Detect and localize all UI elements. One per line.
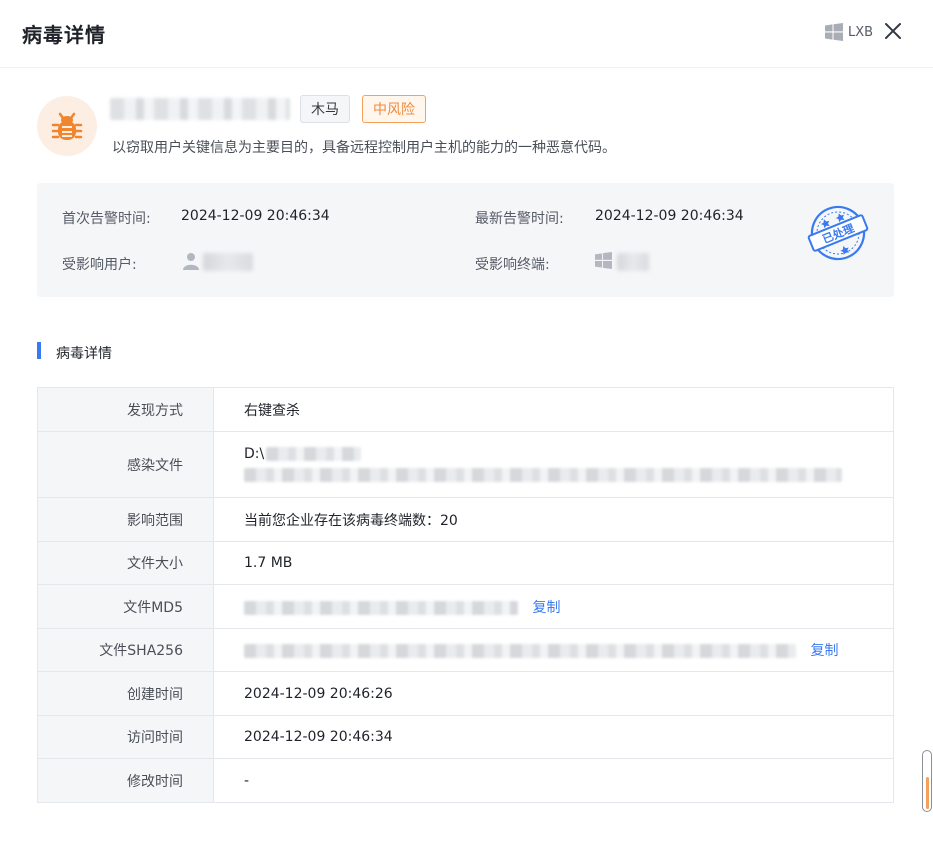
discovery-method-value: 右键查杀 (213, 387, 894, 432)
windows-icon (825, 23, 843, 41)
latest-alert-value: 2024-12-09 20:46:34 (595, 208, 744, 224)
file-md5-value: 复制 (213, 584, 894, 629)
file-size-value: 1.7 MB (213, 541, 894, 585)
infected-file-path-redacted (244, 467, 842, 482)
table-row: 发现方式 右键查杀 (37, 387, 894, 432)
accessed-time-label: 访问时间 (37, 715, 214, 759)
file-size-label: 文件大小 (37, 541, 214, 585)
file-md5-label: 文件MD5 (37, 584, 214, 629)
modified-time-label: 修改时间 (37, 758, 214, 803)
section-title: 病毒详情 (56, 346, 112, 362)
scrollbar-thumb[interactable] (926, 777, 929, 809)
virus-detail-table: 发现方式 右键查杀 感染文件 D:\ 影响范围 当前您企业存在该病毒终端数：20… (37, 387, 894, 803)
table-row: 影响范围 当前您企业存在该病毒终端数：20 (37, 497, 894, 542)
host-name: LXB (848, 24, 874, 40)
virus-avatar (37, 96, 97, 156)
vertical-scrollbar[interactable] (922, 750, 932, 812)
created-time-label: 创建时间 (37, 671, 214, 716)
dialog-header: 病毒详情 LXB (0, 0, 933, 68)
risk-level-tag: 中风险 (362, 95, 426, 123)
md5-hash-redacted (244, 600, 518, 615)
accessed-time-value: 2024-12-09 20:46:34 (213, 715, 894, 759)
sha256-hash-redacted (244, 644, 796, 658)
section-accent-bar (37, 342, 41, 359)
infected-file-value: D:\ (213, 431, 894, 498)
host-indicator: LXB (825, 22, 873, 42)
discovery-method-label: 发现方式 (37, 387, 214, 432)
impact-scope-value: 当前您企业存在该病毒终端数：20 (213, 497, 894, 542)
first-alert-label: 首次告警时间: (62, 211, 151, 227)
table-row: 文件MD5 复制 (37, 584, 894, 629)
table-row: 文件大小 1.7 MB (37, 541, 894, 585)
file-sha256-label: 文件SHA256 (37, 628, 214, 672)
windows-icon (595, 252, 612, 269)
virus-type-tag: 木马 (300, 95, 350, 123)
first-alert-value: 2024-12-09 20:46:34 (181, 208, 330, 224)
copy-sha256-button[interactable]: 复制 (810, 643, 838, 659)
affected-terminal-label: 受影响终端: (475, 257, 550, 273)
bug-icon (51, 112, 83, 140)
file-sha256-value: 复制 (213, 628, 894, 672)
copy-md5-button[interactable]: 复制 (532, 600, 560, 616)
virus-name-redacted (110, 98, 290, 120)
table-row: 创建时间 2024-12-09 20:46:26 (37, 671, 894, 716)
table-row: 文件SHA256 复制 (37, 628, 894, 672)
handled-stamp: 已处理 (807, 205, 869, 261)
modified-time-value: - (213, 758, 894, 803)
user-icon (183, 253, 199, 270)
created-time-value: 2024-12-09 20:46:26 (213, 671, 894, 716)
infected-file-prefix: D:\ (244, 445, 265, 462)
dialog-title: 病毒详情 (22, 23, 106, 47)
table-row: 访问时间 2024-12-09 20:46:34 (37, 715, 894, 759)
infected-file-label: 感染文件 (37, 431, 214, 498)
latest-alert-label: 最新告警时间: (475, 211, 564, 227)
impact-scope-label: 影响范围 (37, 497, 214, 542)
close-icon[interactable] (882, 20, 904, 42)
table-row: 修改时间 - (37, 758, 894, 803)
infected-file-path-redacted (266, 446, 362, 461)
virus-description: 以窃取用户关键信息为主要目的，具备远程控制用户主机的能力的一种恶意代码。 (112, 140, 616, 156)
table-row: 感染文件 D:\ (37, 431, 894, 498)
affected-user-label: 受影响用户: (62, 257, 137, 273)
affected-user-redacted[interactable] (203, 253, 253, 271)
alert-info-card (37, 183, 894, 297)
affected-terminal-redacted[interactable] (617, 253, 649, 271)
